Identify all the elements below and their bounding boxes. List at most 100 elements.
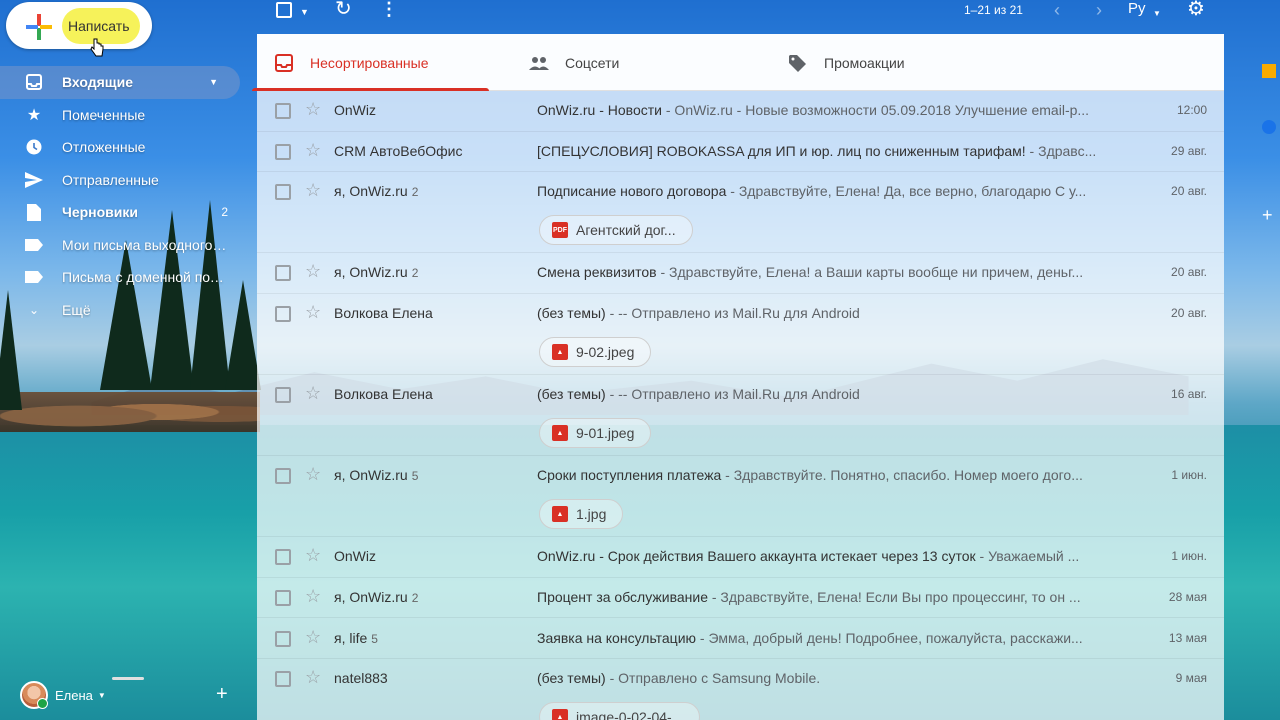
- sidebar-item-label: Отложенные: [62, 139, 146, 156]
- row-checkbox[interactable]: [275, 549, 291, 566]
- star-toggle-icon[interactable]: ☆: [305, 261, 321, 282]
- row-checkbox[interactable]: [275, 143, 291, 160]
- attachment-chip[interactable]: PDF Агентский дог...: [539, 215, 693, 246]
- table-row[interactable]: ☆ я, OnWiz.ru 2 Процент за обслуживание - З…: [257, 578, 1224, 619]
- table-row[interactable]: ☆ я, OnWiz.ru 5 Сроки поступления платежа -…: [257, 456, 1224, 538]
- tab-social[interactable]: Соцсети: [529, 34, 619, 91]
- plus-icon: [26, 14, 52, 40]
- expand-icon[interactable]: ▼: [209, 77, 218, 87]
- user-dropdown-icon[interactable]: ▼: [98, 691, 106, 700]
- attachment-chip[interactable]: ▲ 9-02.jpeg: [539, 337, 652, 368]
- image-icon: ▲: [552, 344, 568, 361]
- date: 29 авг.: [1171, 143, 1207, 158]
- date: 1 июн.: [1171, 549, 1207, 564]
- row-checkbox[interactable]: [275, 103, 291, 119]
- sidebar-item-inbox[interactable]: Входящие ▼: [0, 66, 240, 99]
- hangouts-user[interactable]: Елена ▼: [20, 681, 106, 709]
- sidebar-item-label: Помеченные: [62, 106, 146, 123]
- calendar-icon[interactable]: [1262, 64, 1276, 78]
- prev-page-icon[interactable]: ‹: [1054, 0, 1060, 20]
- table-row[interactable]: ☆ я, life 5 Заявка на консультацию - Эмма, …: [257, 619, 1224, 660]
- add-contact-icon[interactable]: +: [216, 683, 228, 706]
- table-row[interactable]: ☆ я, OnWiz.ru 2 Подписание нового договора …: [257, 172, 1224, 254]
- date: 20 авг.: [1171, 306, 1207, 321]
- table-row[interactable]: ☆ CRM АвтоВебОфис [СПЕЦУСЛОВИЯ] ROBOKASSA …: [257, 132, 1224, 173]
- row-checkbox[interactable]: [275, 671, 291, 688]
- star-toggle-icon[interactable]: ☆: [305, 140, 321, 161]
- tasks-icon[interactable]: [1262, 120, 1276, 134]
- tag-icon: [788, 53, 808, 73]
- sidebar-item-starred[interactable]: ★ Помеченные: [0, 99, 250, 132]
- subject-line: (без темы) - -- Отправлено из Mail.Ru дл…: [537, 305, 1112, 321]
- user-name: Елена: [55, 687, 93, 703]
- gear-icon[interactable]: ⚙: [1187, 0, 1205, 19]
- send-icon: [25, 171, 43, 189]
- row-checkbox[interactable]: [275, 265, 291, 282]
- row-checkbox[interactable]: [275, 387, 291, 404]
- sidebar-item-drafts[interactable]: Черновики 2: [0, 196, 250, 229]
- tab-label: Соцсети: [565, 54, 620, 71]
- star-toggle-icon[interactable]: ☆: [305, 545, 321, 566]
- sidebar-item-weekend-letters[interactable]: Мои письма выходного дня: [0, 229, 250, 262]
- star-toggle-icon[interactable]: ☆: [305, 586, 321, 607]
- language-selector[interactable]: Ру: [1128, 0, 1146, 17]
- sender: я, OnWiz.ru 2: [334, 264, 524, 280]
- label-icon: [25, 268, 43, 286]
- inbox-tab-icon: [274, 53, 294, 73]
- attachment-chip[interactable]: ▲ 1.jpg: [539, 499, 624, 530]
- drafts-count: 2: [221, 205, 228, 220]
- subject-line: Подписание нового договора - Здравствуйт…: [537, 183, 1112, 199]
- tab-promotions[interactable]: Промоакции: [788, 34, 905, 91]
- more-icon[interactable]: ⋮: [380, 0, 398, 19]
- sidebar-item-domain-mail[interactable]: Письма с доменной почты: [0, 261, 250, 294]
- compose-button[interactable]: Написать: [6, 2, 152, 57]
- attachment-chip[interactable]: ▲ image-0-02-04-...: [539, 702, 701, 720]
- row-checkbox[interactable]: [275, 630, 291, 647]
- thread-count: 2: [411, 266, 419, 281]
- star-toggle-icon[interactable]: ☆: [305, 99, 321, 120]
- star-toggle-icon[interactable]: ☆: [305, 180, 321, 201]
- tab-primary[interactable]: Несортированные: [252, 34, 488, 91]
- add-addon-icon[interactable]: +: [1262, 205, 1273, 226]
- row-checkbox[interactable]: [275, 589, 291, 606]
- top-toolbar: ▼ ↻ ⋮ 1–21 из 21 ‹ › Ру ▼ ⚙: [260, 0, 1280, 34]
- refresh-icon[interactable]: ↻: [335, 0, 352, 19]
- subject-line: [СПЕЦУСЛОВИЯ] ROBOKASSA для ИП и юр. лиц…: [537, 143, 1112, 159]
- language-dropdown-icon[interactable]: ▼: [1153, 4, 1161, 24]
- subject-line: (без темы) - -- Отправлено из Mail.Ru дл…: [537, 386, 1112, 402]
- row-checkbox[interactable]: [275, 184, 291, 201]
- table-row[interactable]: ☆ Волкова Елена (без темы) - -- Отправлено…: [257, 375, 1224, 457]
- star-toggle-icon[interactable]: ☆: [305, 383, 321, 404]
- table-row[interactable]: ☆ OnWiz OnWiz.ru - Срок действия Вашего ак…: [257, 537, 1224, 578]
- star-toggle-icon[interactable]: ☆: [305, 302, 321, 323]
- table-row[interactable]: ☆ OnWiz OnWiz.ru - Новости - OnWiz.ru - Но…: [257, 91, 1224, 132]
- attachment-chip[interactable]: ▲ 9-01.jpeg: [539, 418, 652, 449]
- table-row[interactable]: ☆ я, OnWiz.ru 2 Смена реквизитов - Здравств…: [257, 253, 1224, 295]
- select-all-checkbox[interactable]: [276, 2, 292, 18]
- sidebar-item-snoozed[interactable]: Отложенные: [0, 131, 250, 164]
- sender: CRM АвтоВебОфис: [334, 143, 524, 159]
- snippet: - Здравствуйте. Понятно, спасибо. Номер …: [721, 467, 1083, 484]
- snippet: - Отправлено с Samsung Mobile.: [605, 670, 821, 687]
- sidebar-item-sent[interactable]: Отправленные: [0, 164, 250, 197]
- star-toggle-icon[interactable]: ☆: [305, 667, 321, 688]
- next-page-icon[interactable]: ›: [1096, 0, 1102, 20]
- date: 12:00: [1176, 103, 1207, 117]
- snippet: - Здравс...: [1025, 142, 1097, 159]
- subject: Сроки поступления платежа: [537, 467, 722, 484]
- table-row[interactable]: ☆ Волкова Елена (без темы) - -- Отправлено…: [257, 294, 1224, 376]
- sidebar-item-label: Письма с доменной почты: [62, 269, 228, 286]
- row-checkbox[interactable]: [275, 468, 291, 485]
- sidebar-item-more[interactable]: ⌄ Ещё: [0, 294, 250, 327]
- row-checkbox[interactable]: [275, 306, 291, 323]
- date: 28 мая: [1168, 589, 1207, 604]
- select-dropdown-icon[interactable]: ▼: [300, 2, 309, 22]
- inbox-icon: [25, 73, 43, 91]
- sender: OnWiz: [334, 548, 524, 564]
- table-row[interactable]: ☆ natel883 (без темы) - Отправлено с Samsu…: [257, 659, 1224, 720]
- sender-name: я, OnWiz.ru: [334, 467, 408, 484]
- label-icon: [25, 236, 43, 254]
- star-toggle-icon[interactable]: ☆: [305, 464, 321, 485]
- tab-label: Промоакции: [824, 54, 905, 71]
- star-toggle-icon[interactable]: ☆: [305, 627, 321, 648]
